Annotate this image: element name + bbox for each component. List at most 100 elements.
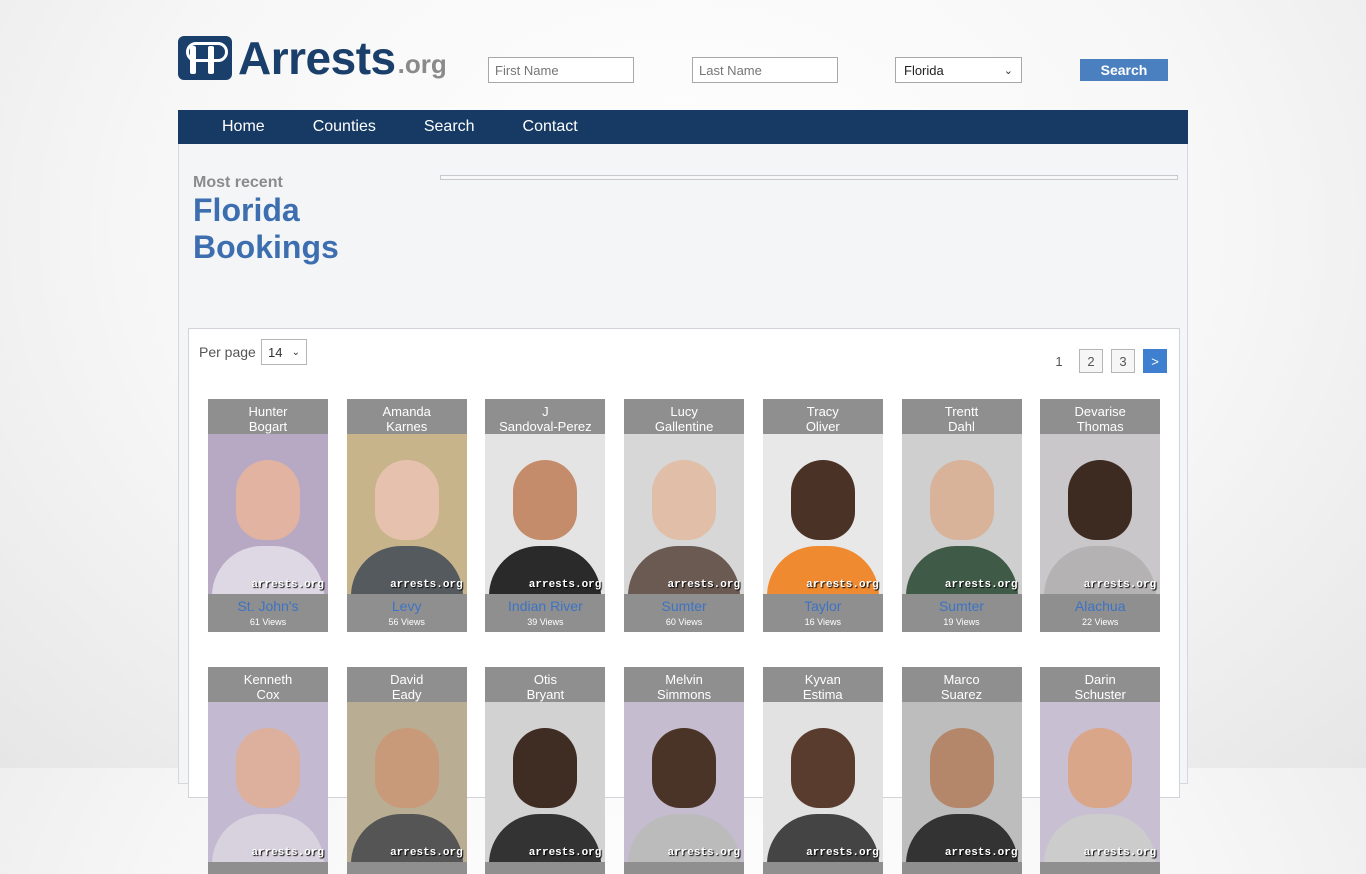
last-name: Cox bbox=[256, 687, 280, 702]
watermark: arrests.org bbox=[390, 847, 463, 859]
view-count: 16 Views bbox=[804, 617, 841, 627]
site-logo[interactable]: Arrests .org bbox=[178, 34, 447, 82]
booking-name[interactable]: Lucy Gallentine bbox=[624, 399, 744, 434]
last-name: Suarez bbox=[940, 687, 983, 702]
last-name-input[interactable] bbox=[692, 57, 838, 83]
mugshot-photo[interactable]: arrests.org bbox=[1040, 702, 1161, 862]
watermark: arrests.org bbox=[806, 847, 879, 859]
mugshot-photo[interactable]: arrests.org bbox=[346, 702, 467, 862]
last-name: Eady bbox=[391, 687, 422, 702]
first-name: J bbox=[542, 404, 549, 419]
next-page-button[interactable]: > bbox=[1143, 349, 1167, 373]
search-button[interactable]: Search bbox=[1080, 59, 1168, 81]
booking-name[interactable]: J Sandoval-Perez bbox=[485, 399, 605, 434]
booking-name[interactable]: Kenneth Cox bbox=[208, 667, 328, 702]
first-name-input[interactable] bbox=[488, 57, 634, 83]
mugshot-photo[interactable]: arrests.org bbox=[346, 434, 467, 594]
county-link[interactable]: Alachua bbox=[1040, 594, 1160, 614]
watermark: arrests.org bbox=[806, 579, 879, 591]
booking-card[interactable]: Marco Suarez arrests.org bbox=[901, 667, 1022, 874]
nav-counties[interactable]: Counties bbox=[289, 110, 400, 144]
mugshot-photo[interactable]: arrests.org bbox=[901, 702, 1022, 862]
booking-name[interactable]: Kyvan Estima bbox=[763, 667, 883, 702]
view-count: 56 Views bbox=[388, 617, 425, 627]
page-2-button[interactable]: 2 bbox=[1079, 349, 1103, 373]
watermark: arrests.org bbox=[528, 847, 602, 859]
first-name: Darin bbox=[1084, 672, 1116, 687]
county-link[interactable]: Indian River bbox=[485, 594, 605, 614]
mugshot-head bbox=[790, 460, 855, 540]
mugshot-photo[interactable]: arrests.org bbox=[624, 702, 745, 862]
booking-card[interactable]: Devarise Thomas arrests.org Alachua 22 Views bbox=[1040, 399, 1161, 632]
booking-name[interactable]: Trentt Dahl bbox=[902, 399, 1022, 434]
state-select[interactable]: Florida ⌄ bbox=[895, 57, 1022, 83]
mugshot-photo[interactable]: arrests.org bbox=[485, 434, 606, 594]
first-name: Kenneth bbox=[243, 672, 293, 687]
nav-home[interactable]: Home bbox=[178, 110, 289, 144]
mugshot-photo[interactable]: arrests.org bbox=[762, 702, 883, 862]
county-link[interactable]: St. John's bbox=[208, 594, 328, 614]
booking-name[interactable]: Marco Suarez bbox=[902, 667, 1022, 702]
booking-name[interactable]: Amanda Karnes bbox=[347, 399, 467, 434]
mugshot-photo[interactable]: arrests.org bbox=[208, 434, 328, 594]
first-name: Amanda bbox=[382, 404, 431, 419]
booking-card[interactable]: Otis Bryant arrests.org bbox=[485, 667, 606, 874]
booking-name[interactable]: Darin Schuster bbox=[1040, 667, 1160, 702]
county-link[interactable]: Sumter bbox=[624, 594, 744, 614]
county-link[interactable]: Sumter bbox=[902, 594, 1022, 614]
booking-name[interactable]: Devarise Thomas bbox=[1040, 399, 1160, 434]
first-name: Kyvan bbox=[804, 672, 841, 687]
watermark: arrests.org bbox=[944, 579, 1018, 591]
booking-card[interactable]: Melvin Simmons arrests.org bbox=[624, 667, 745, 874]
last-name: Oliver bbox=[805, 419, 840, 434]
per-page-select[interactable]: 14 ⌄ bbox=[261, 339, 307, 365]
mugshot-photo[interactable]: arrests.org bbox=[485, 702, 606, 862]
booking-name[interactable]: Melvin Simmons bbox=[624, 667, 744, 702]
booking-card[interactable]: Darin Schuster arrests.org bbox=[1040, 667, 1161, 874]
mugshot-photo[interactable]: arrests.org bbox=[624, 434, 745, 594]
mugshot-photo[interactable]: arrests.org bbox=[762, 434, 883, 594]
watermark: arrests.org bbox=[944, 847, 1018, 859]
booking-card[interactable]: Trentt Dahl arrests.org Sumter 19 Views bbox=[901, 399, 1022, 632]
mugshot-head bbox=[236, 728, 300, 808]
watermark: arrests.org bbox=[667, 847, 741, 859]
view-count bbox=[1040, 866, 1160, 874]
main-content: Most recent Florida Bookings Per page 14… bbox=[178, 144, 1188, 874]
last-name: Estima bbox=[802, 687, 843, 702]
mugshot-head bbox=[513, 728, 578, 808]
booking-card[interactable]: Lucy Gallentine arrests.org Sumter 60 Views bbox=[624, 399, 745, 632]
booking-card[interactable]: Hunter Bogart arrests.org St. John's 61 View… bbox=[208, 399, 328, 632]
booking-card[interactable]: Tracy Oliver arrests.org Taylor 16 Views bbox=[762, 399, 883, 632]
last-name: Bogart bbox=[248, 419, 288, 434]
booking-name[interactable]: Tracy Oliver bbox=[763, 399, 883, 434]
mugshot-head bbox=[652, 728, 717, 808]
booking-card[interactable]: Kyvan Estima arrests.org bbox=[762, 667, 883, 874]
first-name: Devarise bbox=[1074, 404, 1126, 419]
mugshot-head bbox=[1068, 460, 1133, 540]
nav-contact[interactable]: Contact bbox=[499, 110, 602, 144]
view-count: 60 Views bbox=[665, 617, 703, 627]
mugshot-photo[interactable]: arrests.org bbox=[208, 702, 328, 862]
first-name: Lucy bbox=[670, 404, 698, 419]
last-name: Gallentine bbox=[654, 419, 714, 434]
booking-card[interactable]: David Eady arrests.org bbox=[346, 667, 467, 874]
booking-card[interactable]: J Sandoval-Perez arrests.org Indian River 39… bbox=[485, 399, 606, 632]
first-name: Trentt bbox=[944, 404, 979, 419]
last-name: Thomas bbox=[1076, 419, 1124, 434]
booking-card[interactable]: Amanda Karnes arrests.org Levy 56 Views bbox=[346, 399, 467, 632]
mugshot-photo[interactable]: arrests.org bbox=[901, 434, 1022, 594]
last-name: Schuster bbox=[1074, 687, 1126, 702]
booking-name[interactable]: Hunter Bogart bbox=[208, 399, 328, 434]
county-link[interactable]: Levy bbox=[347, 594, 467, 614]
view-count bbox=[485, 866, 605, 874]
page-3-button[interactable]: 3 bbox=[1111, 349, 1135, 373]
booking-name[interactable]: Otis Bryant bbox=[485, 667, 605, 702]
page-subtitle: Most recent bbox=[193, 174, 283, 191]
nav-search[interactable]: Search bbox=[400, 110, 499, 144]
first-name: Hunter bbox=[248, 404, 288, 419]
pagination: 1 2 3 > bbox=[1047, 349, 1167, 373]
county-link[interactable]: Taylor bbox=[763, 594, 883, 614]
booking-name[interactable]: David Eady bbox=[347, 667, 467, 702]
mugshot-photo[interactable]: arrests.org bbox=[1040, 434, 1161, 594]
booking-card[interactable]: Kenneth Cox arrests.org bbox=[208, 667, 328, 874]
